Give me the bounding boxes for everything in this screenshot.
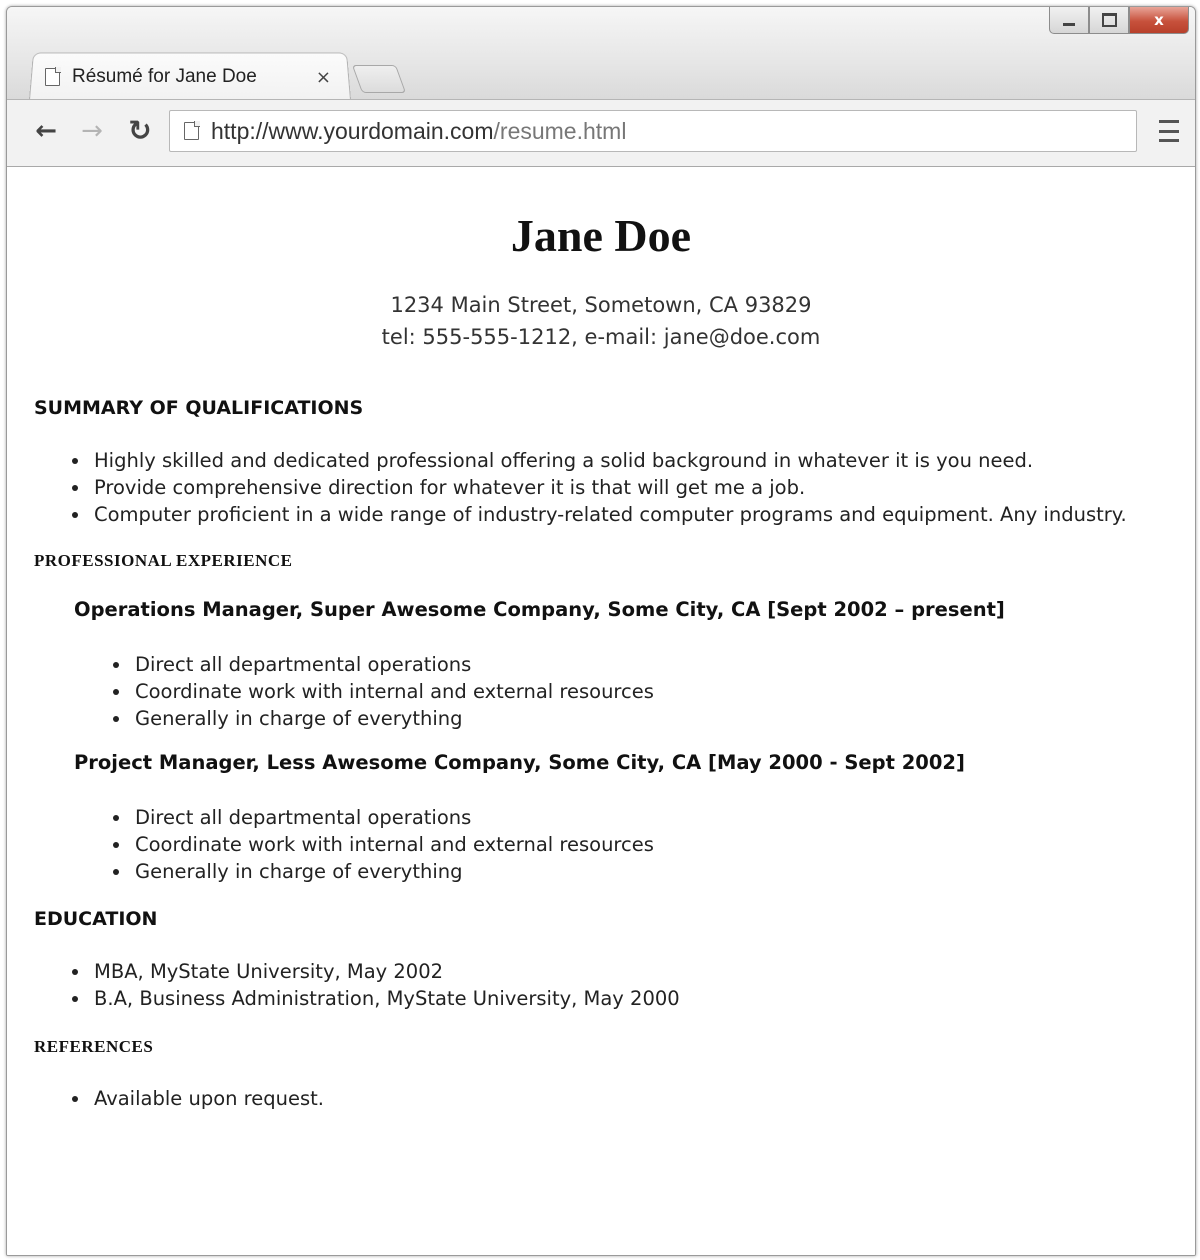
experience-heading: PROFESSIONAL EXPERIENCE — [34, 551, 293, 570]
references-list: Available upon request. — [65, 1085, 324, 1112]
resume-name: Jane Doe — [510, 210, 692, 261]
list-item: Generally in charge of everything — [106, 858, 654, 885]
job-duties-list: Direct all departmental operations Coord… — [106, 651, 654, 732]
maximize-button[interactable] — [1089, 7, 1129, 34]
page-icon — [184, 121, 200, 140]
address-line: 1234 Main Street, Sometown, CA 93829 — [390, 293, 812, 317]
title-bar: Résumé for Jane Doe × x — [7, 7, 1195, 100]
menu-line — [1159, 129, 1179, 133]
list-item: Provide comprehensive direction for what… — [65, 474, 1127, 501]
url-text[interactable]: http://www.yourdomain.com/resume.html — [211, 118, 626, 145]
minimize-icon — [1063, 22, 1075, 26]
education-list: MBA, MyState University, May 2002 B.A, B… — [65, 958, 680, 1012]
tab-close-icon[interactable]: × — [316, 67, 331, 88]
close-window-button[interactable]: x — [1129, 7, 1189, 34]
forward-arrow-icon[interactable]: → — [77, 114, 107, 148]
reload-icon[interactable]: ↻ — [125, 114, 155, 148]
new-tab-button[interactable] — [351, 65, 407, 93]
browser-window: Résumé for Jane Doe × x ← → ↻ http://www… — [6, 6, 1196, 1256]
menu-line — [1159, 139, 1179, 142]
contact-info: 1234 Main Street, Sometown, CA 93829 tel… — [7, 289, 1195, 353]
list-item: MBA, MyState University, May 2002 — [65, 958, 680, 985]
back-arrow-icon[interactable]: ← — [31, 114, 61, 148]
address-bar[interactable]: http://www.yourdomain.com/resume.html — [169, 110, 1137, 152]
browser-toolbar: ← → ↻ http://www.yourdomain.com/resume.h… — [7, 99, 1195, 167]
contact-line: tel: 555-555-1212, e-mail: jane@doe.com — [381, 325, 821, 349]
list-item: Coordinate work with internal and extern… — [106, 678, 654, 705]
window-controls: x — [1049, 7, 1189, 37]
list-item: Available upon request. — [65, 1085, 324, 1112]
minimize-button[interactable] — [1049, 7, 1089, 34]
maximize-icon — [1101, 13, 1117, 27]
education-heading: EDUCATION — [34, 908, 158, 930]
list-item: Direct all departmental operations — [106, 804, 654, 831]
list-item: Computer proficient in a wide range of i… — [65, 501, 1127, 528]
job-title: Operations Manager, Super Awesome Compan… — [74, 598, 1005, 621]
menu-line — [1159, 120, 1179, 123]
summary-list: Highly skilled and dedicated professiona… — [65, 447, 1127, 528]
page-content: Jane Doe 1234 Main Street, Sometown, CA … — [7, 167, 1195, 1255]
list-item: Generally in charge of everything — [106, 705, 654, 732]
url-host: http://www.yourdomain.com — [211, 117, 494, 144]
page-icon — [45, 67, 61, 86]
list-item: Coordinate work with internal and extern… — [106, 831, 654, 858]
list-item: Highly skilled and dedicated professiona… — [65, 447, 1127, 474]
job-title: Project Manager, Less Awesome Company, S… — [74, 751, 965, 774]
tab-content[interactable]: Résumé for Jane Doe × — [45, 59, 345, 95]
job-duties-list: Direct all departmental operations Coord… — [106, 804, 654, 885]
menu-icon[interactable] — [1159, 120, 1179, 142]
summary-heading: SUMMARY OF QUALIFICATIONS — [34, 397, 364, 419]
references-heading: REFERENCES — [34, 1037, 154, 1056]
list-item: B.A, Business Administration, MyState Un… — [65, 985, 680, 1012]
tab-title: Résumé for Jane Doe — [72, 66, 257, 87]
url-path: /resume.html — [493, 117, 627, 144]
list-item: Direct all departmental operations — [106, 651, 654, 678]
